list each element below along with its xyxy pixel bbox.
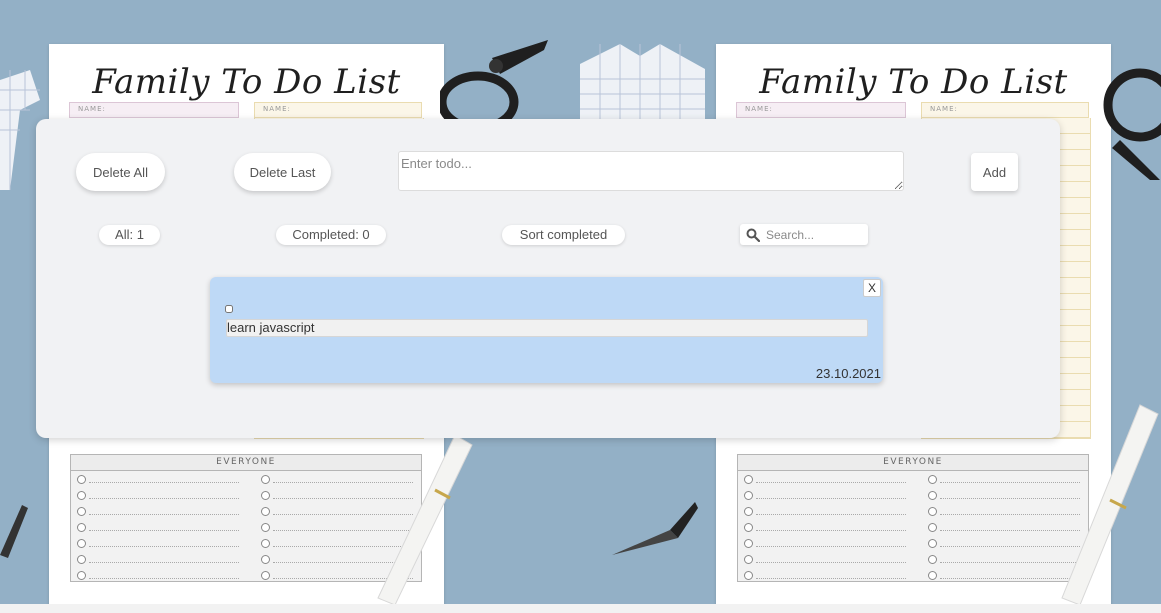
name-field-label: NAME: (736, 102, 906, 118)
bottom-strip (0, 604, 1161, 613)
pen-decoration (377, 434, 473, 606)
sheet-title: Family To Do List (759, 62, 1068, 102)
todo-text[interactable]: learn javascript (226, 319, 868, 337)
name-field-label: NAME: (921, 102, 1089, 118)
delete-last-button[interactable]: Delete Last (234, 153, 331, 191)
name-field-label: NAME: (69, 102, 239, 118)
todo-app-card: Delete All Delete Last Add All: 1 Comple… (36, 119, 1060, 438)
search-box[interactable] (740, 224, 868, 245)
completed-count-badge: Completed: 0 (276, 225, 386, 245)
sort-completed-button[interactable]: Sort completed (502, 225, 625, 245)
sheet-title: Family To Do List (92, 62, 401, 102)
todo-input[interactable] (398, 151, 904, 191)
todo-date: 23.10.2021 (815, 366, 881, 381)
search-input[interactable] (766, 226, 864, 243)
scissors-decoration (1103, 68, 1161, 180)
everyone-heading: EVERYONE (738, 455, 1088, 471)
remove-todo-button[interactable]: X (863, 279, 881, 297)
search-icon (746, 228, 760, 242)
shirt-decoration (0, 70, 40, 190)
add-button[interactable]: Add (971, 153, 1018, 191)
todo-item: X learn javascript 23.10.2021 (210, 277, 883, 383)
shirt-decoration (580, 44, 705, 119)
nib-decoration (612, 502, 698, 555)
nib-decoration (0, 505, 28, 558)
all-count-badge: All: 1 (99, 225, 160, 245)
todo-checkbox[interactable] (225, 305, 233, 313)
everyone-section: EVERYONE (737, 454, 1089, 582)
delete-all-button[interactable]: Delete All (76, 153, 165, 191)
name-field-label: NAME: (254, 102, 422, 118)
